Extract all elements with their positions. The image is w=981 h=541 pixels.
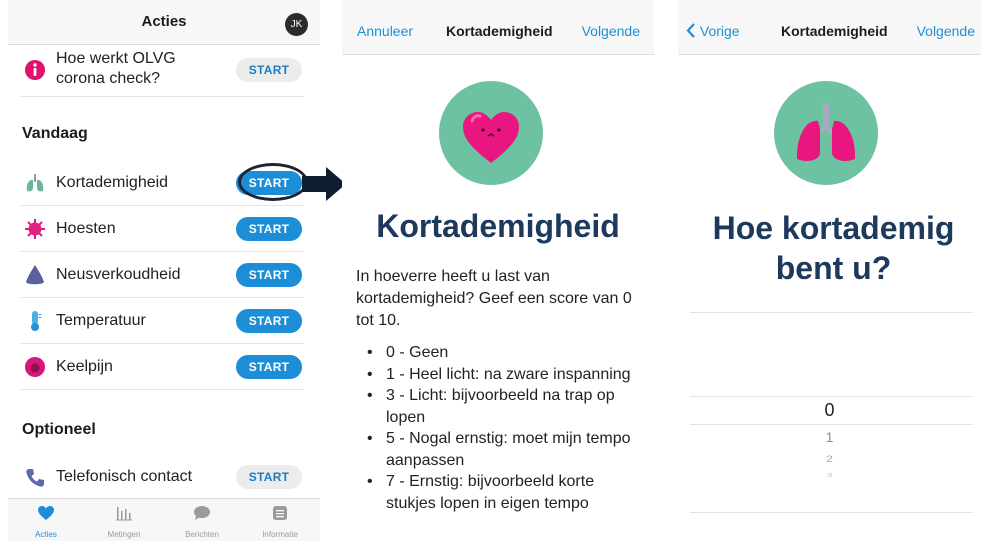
picker-option-selected[interactable]: 0 [678, 400, 981, 421]
tab-informatie[interactable]: Informatie [245, 505, 315, 539]
back-button[interactable]: Vorige [686, 23, 740, 39]
lungs-icon [796, 103, 856, 161]
arrow-right-icon [302, 167, 346, 201]
tab-bar: Acties Metingen Berichten Informatie [8, 498, 320, 541]
score-picker-screen: Vorige Kortademigheid Volgende Hoe korta… [678, 0, 981, 541]
item-label: Keelpijn [56, 358, 113, 375]
list-item: 1 - Heel licht: na zware inspanning [356, 364, 646, 386]
list-item-temperatuur[interactable]: Temperatuur START [8, 298, 320, 344]
tab-label: Acties [35, 530, 57, 539]
tab-metingen[interactable]: Metingen [89, 505, 159, 539]
list-item-keelpijn[interactable]: Keelpijn START [8, 344, 320, 390]
divider [20, 96, 304, 97]
tab-berichten[interactable]: Berichten [167, 505, 237, 539]
item-label: Temperatuur [56, 312, 146, 329]
back-label: Vorige [699, 23, 740, 39]
document-icon [273, 506, 287, 520]
section-title-today: Vandaag [22, 125, 88, 142]
start-button-info[interactable]: START [236, 58, 302, 82]
divider [20, 389, 304, 390]
list-item-neusverkoudheid[interactable]: Neusverkoudheid START [8, 252, 320, 298]
nav-title: Kortademigheid [446, 23, 553, 39]
start-button-hoesten[interactable]: START [236, 217, 302, 241]
nose-icon [26, 265, 44, 285]
nav-title: Kortademigheid [781, 23, 888, 39]
start-button-temperatuur[interactable]: START [236, 309, 302, 333]
score-list: 0 - Geen 1 - Heel licht: na zware inspan… [356, 342, 646, 514]
thermometer-icon [31, 311, 42, 331]
tab-acties[interactable]: Acties [11, 505, 81, 539]
picker-option[interactable]: 2 [678, 453, 981, 464]
tab-label: Metingen [107, 530, 141, 539]
list-item: 0 - Geen [356, 342, 646, 364]
tab-label: Berichten [185, 530, 219, 539]
info-icon [25, 60, 45, 80]
start-button-telefonisch-contact[interactable]: START [236, 465, 302, 489]
nav-bar: Vorige Kortademigheid Volgende [678, 0, 981, 55]
picker-option[interactable]: 1 [678, 429, 981, 445]
picker-option[interactable]: 3 [678, 473, 981, 479]
item-label: Kortademigheid [56, 174, 169, 191]
item-label: Neusverkoudheid [56, 266, 181, 283]
bar-chart-icon [116, 507, 132, 521]
phone-icon [26, 469, 44, 487]
item-label: Telefonisch contact [56, 468, 193, 485]
divider [690, 312, 973, 313]
page-title: Acties [141, 13, 187, 30]
next-button[interactable]: Volgende [582, 23, 640, 39]
cancel-button[interactable]: Annuleer [357, 23, 413, 39]
divider [690, 512, 973, 513]
list-item-hoesten[interactable]: Hoesten START [8, 206, 320, 252]
list-item: 5 - Nogal ernstig: moet mijn tempo aanpa… [356, 428, 646, 471]
question-title: Hoe kortademig bent u? [712, 210, 955, 286]
next-button[interactable]: Volgende [917, 23, 975, 39]
info-label: Hoe werkt OLVG corona check? [56, 50, 176, 87]
tab-label: Informatie [262, 530, 298, 539]
list-item-telefonisch-contact[interactable]: Telefonisch contact START [8, 454, 320, 500]
picker-selection-bottom [690, 424, 973, 425]
highlight-ring [238, 163, 308, 201]
start-button-neusverkoudheid[interactable]: START [236, 263, 302, 287]
chat-bubble-icon [194, 506, 210, 520]
virus-icon [25, 219, 45, 239]
question-intro-screen: Annuleer Kortademigheid Volgende Kortade… [342, 0, 654, 541]
lungs-icon [26, 174, 44, 192]
heart-face-icon [463, 112, 519, 163]
list-item-info[interactable]: Hoe werkt OLVG corona check? START [8, 44, 320, 98]
question-title: Kortademigheid [376, 208, 620, 244]
hero-circle [774, 81, 878, 185]
chevron-left-icon [686, 23, 695, 38]
throat-icon [25, 357, 45, 377]
list-item: 7 - Ernstig: bijvoorbeeld korte stukjes … [356, 471, 646, 514]
item-label: Hoesten [56, 220, 116, 237]
intro-text: In hoeverre heeft u last van kortademigh… [356, 268, 632, 329]
hero-circle [439, 81, 543, 185]
list-item: 3 - Licht: bijvoorbeeld na trap op lopen [356, 385, 646, 428]
heart-icon [38, 506, 54, 520]
section-title-optional: Optioneel [22, 421, 96, 438]
start-button-keelpijn[interactable]: START [236, 355, 302, 379]
avatar[interactable]: JK [285, 13, 308, 36]
nav-bar: Annuleer Kortademigheid Volgende [342, 0, 654, 55]
actions-screen: Acties JK Hoe werkt OLVG corona check? S… [8, 0, 320, 541]
actions-header: Acties JK [8, 0, 320, 45]
picker-selection-top [690, 396, 973, 397]
